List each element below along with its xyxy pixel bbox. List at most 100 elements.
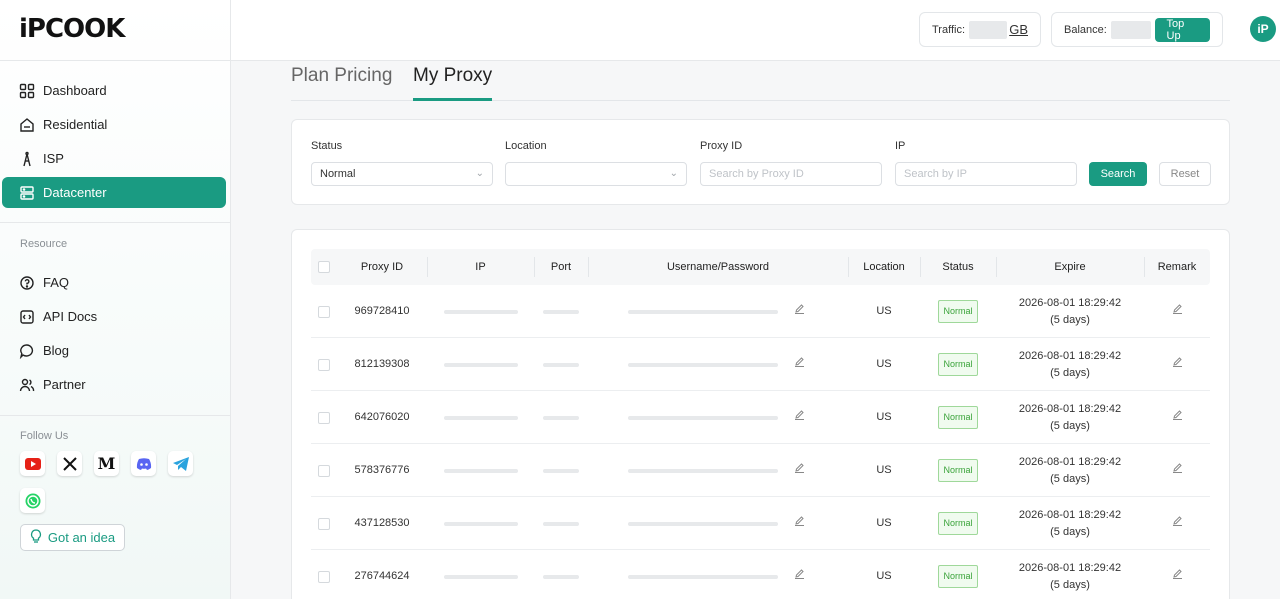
pencil-icon [794,568,805,585]
status-cell: Normal [920,338,996,391]
nav-item-faq[interactable]: FAQ [2,267,226,298]
column-header-location[interactable]: Location [848,249,920,285]
edit-credentials-button[interactable] [789,338,809,391]
proxy-id-cell: 642076020 [354,411,410,423]
balance-widget: Balance: Top Up [1051,12,1223,47]
sidebar: iPCOOK Dashboard Residential ISP Datacen… [0,0,231,599]
column-header-proxy-id[interactable]: Proxy ID [337,249,427,285]
expire-date: 2026-08-01 18:29:42 [1018,349,1122,362]
expire-remaining: (5 days) [1050,472,1090,485]
row-checkbox-cell [311,497,337,550]
nav-item-partner[interactable]: Partner [2,369,226,400]
edit-remark-button[interactable] [1144,444,1210,497]
row-checkbox-cell [311,444,337,497]
edit-credentials-button[interactable] [789,497,809,550]
location-filter-label: Location [505,140,547,152]
status-badge: Normal [938,459,978,482]
column-header-port[interactable]: Port [534,249,588,285]
select-all-checkbox[interactable] [318,261,330,273]
nav-item-api-docs[interactable]: API Docs [2,301,226,332]
nav-item-dashboard[interactable]: Dashboard [2,75,226,106]
column-header-expire[interactable]: Expire [996,249,1144,285]
divider [0,415,230,416]
row-checkbox[interactable] [318,411,330,424]
nav-label: Datacenter [43,185,107,200]
discord-icon[interactable] [131,451,156,476]
whatsapp-icon[interactable] [20,488,45,513]
tab-label: My Proxy [413,65,493,86]
social-links: M [20,451,220,513]
status-badge: Normal [938,353,978,376]
nav-item-datacenter[interactable]: Datacenter [2,177,226,208]
edit-credentials-button[interactable] [789,285,809,338]
proxy-table-panel: Proxy ID IP Port Username/Password Locat… [291,229,1230,599]
column-header-status[interactable]: Status [920,249,996,285]
row-checkbox[interactable] [318,517,330,530]
status-select[interactable]: Normal ⌄ [311,162,493,186]
row-checkbox[interactable] [318,305,330,318]
chevron-down-icon: ⌄ [669,168,678,179]
edit-credentials-button[interactable] [789,444,809,497]
edit-credentials-button[interactable] [789,550,809,599]
pencil-icon [794,515,805,532]
logo[interactable]: iPCOOK [19,16,125,42]
medium-icon[interactable]: M [94,451,119,476]
row-checkbox[interactable] [318,358,330,371]
expire-cell: 2026-08-01 18:29:42 (5 days) [996,338,1144,391]
table-header: Proxy ID IP Port Username/Password Locat… [311,249,1210,285]
column-header-ip[interactable]: IP [427,249,534,285]
proxy-id-input[interactable]: Search by Proxy ID [700,162,882,186]
traffic-label: Traffic: [932,23,966,36]
location-select[interactable]: ⌄ [505,162,687,186]
tab-my-proxy[interactable]: My Proxy [413,65,493,101]
search-button[interactable]: Search [1089,162,1147,186]
column-header-remark[interactable]: Remark [1144,249,1210,285]
expire-remaining: (5 days) [1050,366,1090,379]
nav-label: Partner [43,377,86,392]
expire-date: 2026-08-01 18:29:42 [1018,402,1122,415]
telegram-icon[interactable] [168,451,193,476]
credentials-cell-redacted [588,497,818,550]
table-row: 437128530 US Normal 2026-08-01 18:29:42 (5 d… [311,497,1210,550]
column-header-username-password[interactable]: Username/Password [588,249,848,285]
row-checkbox[interactable] [318,464,330,477]
port-cell-redacted [534,550,588,599]
pencil-icon [1172,303,1183,320]
proxy-id-cell: 276744624 [354,570,410,582]
nav-item-blog[interactable]: Blog [2,335,226,366]
edit-credentials-button[interactable] [789,391,809,444]
expire-remaining: (5 days) [1050,525,1090,538]
location-cell: US [876,517,892,529]
reset-button[interactable]: Reset [1159,162,1211,186]
x-icon[interactable] [57,451,82,476]
ip-input[interactable]: Search by IP [895,162,1077,186]
avatar[interactable]: iP [1250,16,1276,42]
tab-plan-pricing[interactable]: Plan Pricing [291,65,392,100]
nav-item-residential[interactable]: Residential [2,109,226,140]
edit-remark-button[interactable] [1144,285,1210,338]
expire-cell: 2026-08-01 18:29:42 (5 days) [996,391,1144,444]
ip-placeholder: Search by IP [904,168,967,180]
status-badge: Normal [938,406,978,429]
expire-date: 2026-08-01 18:29:42 [1018,561,1122,574]
edit-remark-button[interactable] [1144,497,1210,550]
youtube-icon[interactable] [20,451,45,476]
active-tab-indicator [413,98,493,101]
divider [0,222,230,223]
row-checkbox[interactable] [318,570,330,583]
expire-remaining: (5 days) [1050,419,1090,432]
server-icon [19,185,35,201]
top-up-button[interactable]: Top Up [1154,17,1210,42]
traffic-unit[interactable]: GB [1009,22,1028,37]
section-label-resource: Resource [20,238,68,250]
nav-label: Dashboard [43,83,107,98]
nav-item-isp[interactable]: ISP [2,143,226,174]
edit-remark-button[interactable] [1144,338,1210,391]
edit-remark-button[interactable] [1144,550,1210,599]
expire-date: 2026-08-01 18:29:42 [1018,455,1122,468]
edit-remark-button[interactable] [1144,391,1210,444]
status-cell: Normal [920,444,996,497]
got-an-idea-button[interactable]: Got an idea [20,524,125,551]
status-badge: Normal [938,565,978,588]
pencil-icon [1172,409,1183,426]
